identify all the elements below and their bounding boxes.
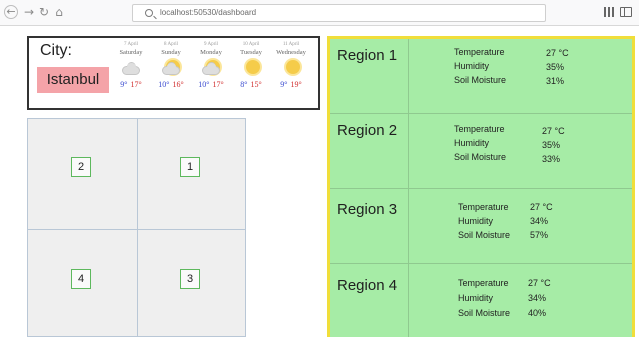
url-text[interactable]: localhost:50530/dashboard — [160, 8, 256, 17]
forecast-temps: 10° 17° — [191, 80, 231, 90]
forecast-day-name: Monday — [200, 49, 222, 56]
humidity-value: 34% — [530, 216, 549, 226]
region-row-4[interactable]: Region 4 Temperature 27 °C Humidity 34% … — [330, 264, 632, 337]
soil-moisture-label: Soil Moisture — [458, 308, 511, 318]
region-row-3[interactable]: Region 3 Temperature 27 °C Humidity 34% … — [330, 189, 632, 264]
humidity-label: Humidity — [458, 216, 494, 226]
humidity-label: Humidity — [454, 61, 490, 71]
forecast-date: 10 April — [242, 42, 260, 47]
sidebar-icon[interactable] — [620, 7, 632, 17]
forecast-day: 7 April Saturday 9° 17° — [111, 41, 151, 90]
forecast-day: 10 April Tuesday 8° 15° — [231, 41, 271, 90]
soil-moisture-value: 57% — [530, 230, 549, 240]
forecast-temps: 9° 17° — [111, 80, 151, 90]
temperature-label: Temperature — [454, 124, 505, 134]
region-table: Region 1 Temperature 27 °C Humidity 35% … — [327, 36, 635, 337]
zone-divider-vertical — [137, 119, 138, 337]
temp-low: 10° — [198, 80, 210, 89]
region-row-2[interactable]: Region 2 Temperature 27 °C Humidity 35% … — [330, 114, 632, 189]
forecast-day-name: Saturday — [119, 49, 143, 56]
region-name: Region 1 — [337, 47, 398, 64]
temperature-label: Temperature — [458, 278, 509, 288]
forecast-day-name: Sunday — [161, 49, 181, 56]
forward-icon[interactable]: → — [22, 4, 36, 20]
forecast-day-name: Tuesday — [240, 49, 262, 56]
soil-moisture-label: Soil Moisture — [454, 152, 507, 162]
humidity-value: 34% — [528, 293, 547, 303]
forecast-date: 7 April — [123, 42, 139, 47]
forecast-temps: 8° 15° — [231, 80, 271, 90]
forecast-temps: 9° 19° — [271, 80, 311, 90]
forecast-date: 9 April — [203, 42, 219, 47]
temperature-value: 27 °C — [546, 48, 569, 58]
temperature-value: 27 °C — [528, 278, 551, 288]
soil-moisture-value: 33% — [542, 154, 561, 164]
city-label: City: — [40, 42, 72, 59]
humidity-label: Humidity — [458, 293, 494, 303]
forecast-date: 8 April — [163, 42, 179, 47]
address-bar[interactable]: localhost:50530/dashboard — [132, 4, 546, 22]
zone-map: 2 1 4 3 — [27, 118, 246, 337]
forecast-day: 11 April Wednesday 9° 19° — [271, 41, 311, 90]
weather-widget: City: Istanbul 7 April Saturday 9° 17° 8 Apr… — [27, 36, 320, 110]
temperature-label: Temperature — [454, 47, 505, 57]
region-name: Region 3 — [337, 201, 398, 218]
sun-icon — [231, 57, 271, 79]
search-icon — [145, 9, 153, 17]
soil-moisture-value: 31% — [546, 76, 565, 86]
zone-1-label[interactable]: 1 — [180, 157, 200, 177]
temp-low: 9° — [280, 80, 288, 89]
region-name: Region 2 — [337, 122, 398, 139]
temp-low: 8° — [240, 80, 248, 89]
cloud-icon — [111, 57, 151, 79]
temp-high: 17° — [212, 80, 224, 89]
temp-high: 15° — [250, 80, 262, 89]
zone-2-label[interactable]: 2 — [71, 157, 91, 177]
sun-icon — [271, 57, 311, 79]
region-row-1[interactable]: Region 1 Temperature 27 °C Humidity 35% … — [330, 39, 632, 114]
temp-high: 17° — [130, 80, 142, 89]
zone-4-label[interactable]: 4 — [71, 269, 91, 289]
partly-cloudy-icon — [151, 57, 191, 79]
browser-toolbar: ← → ↻ ⌂ localhost:50530/dashboard — [0, 0, 639, 26]
humidity-label: Humidity — [454, 138, 490, 148]
temp-high: 19° — [290, 80, 302, 89]
zone-3-label[interactable]: 3 — [180, 269, 200, 289]
forecast-day: 8 April Sunday 10° 16° — [151, 41, 191, 90]
partly-cloudy-icon — [191, 57, 231, 79]
library-icon[interactable] — [604, 7, 614, 17]
humidity-value: 35% — [542, 140, 561, 150]
soil-moisture-label: Soil Moisture — [454, 75, 507, 85]
city-name[interactable]: Istanbul — [37, 67, 109, 93]
temp-low: 9° — [120, 80, 128, 89]
back-icon[interactable]: ← — [4, 5, 18, 19]
temperature-label: Temperature — [458, 202, 509, 212]
region-name: Region 4 — [337, 277, 398, 294]
temperature-value: 27 °C — [542, 126, 565, 136]
soil-moisture-value: 40% — [528, 308, 547, 318]
forecast-temps: 10° 16° — [151, 80, 191, 90]
humidity-value: 35% — [546, 62, 565, 72]
temperature-value: 27 °C — [530, 202, 553, 212]
forecast-day: 9 April Monday 10° 17° — [191, 41, 231, 90]
forecast-day-name: Wednesday — [276, 49, 306, 56]
forecast-date: 11 April — [282, 42, 300, 47]
soil-moisture-label: Soil Moisture — [458, 230, 511, 240]
reload-icon[interactable]: ↻ — [37, 4, 51, 20]
temp-low: 10° — [158, 80, 170, 89]
temp-high: 16° — [172, 80, 184, 89]
home-icon[interactable]: ⌂ — [52, 4, 66, 20]
